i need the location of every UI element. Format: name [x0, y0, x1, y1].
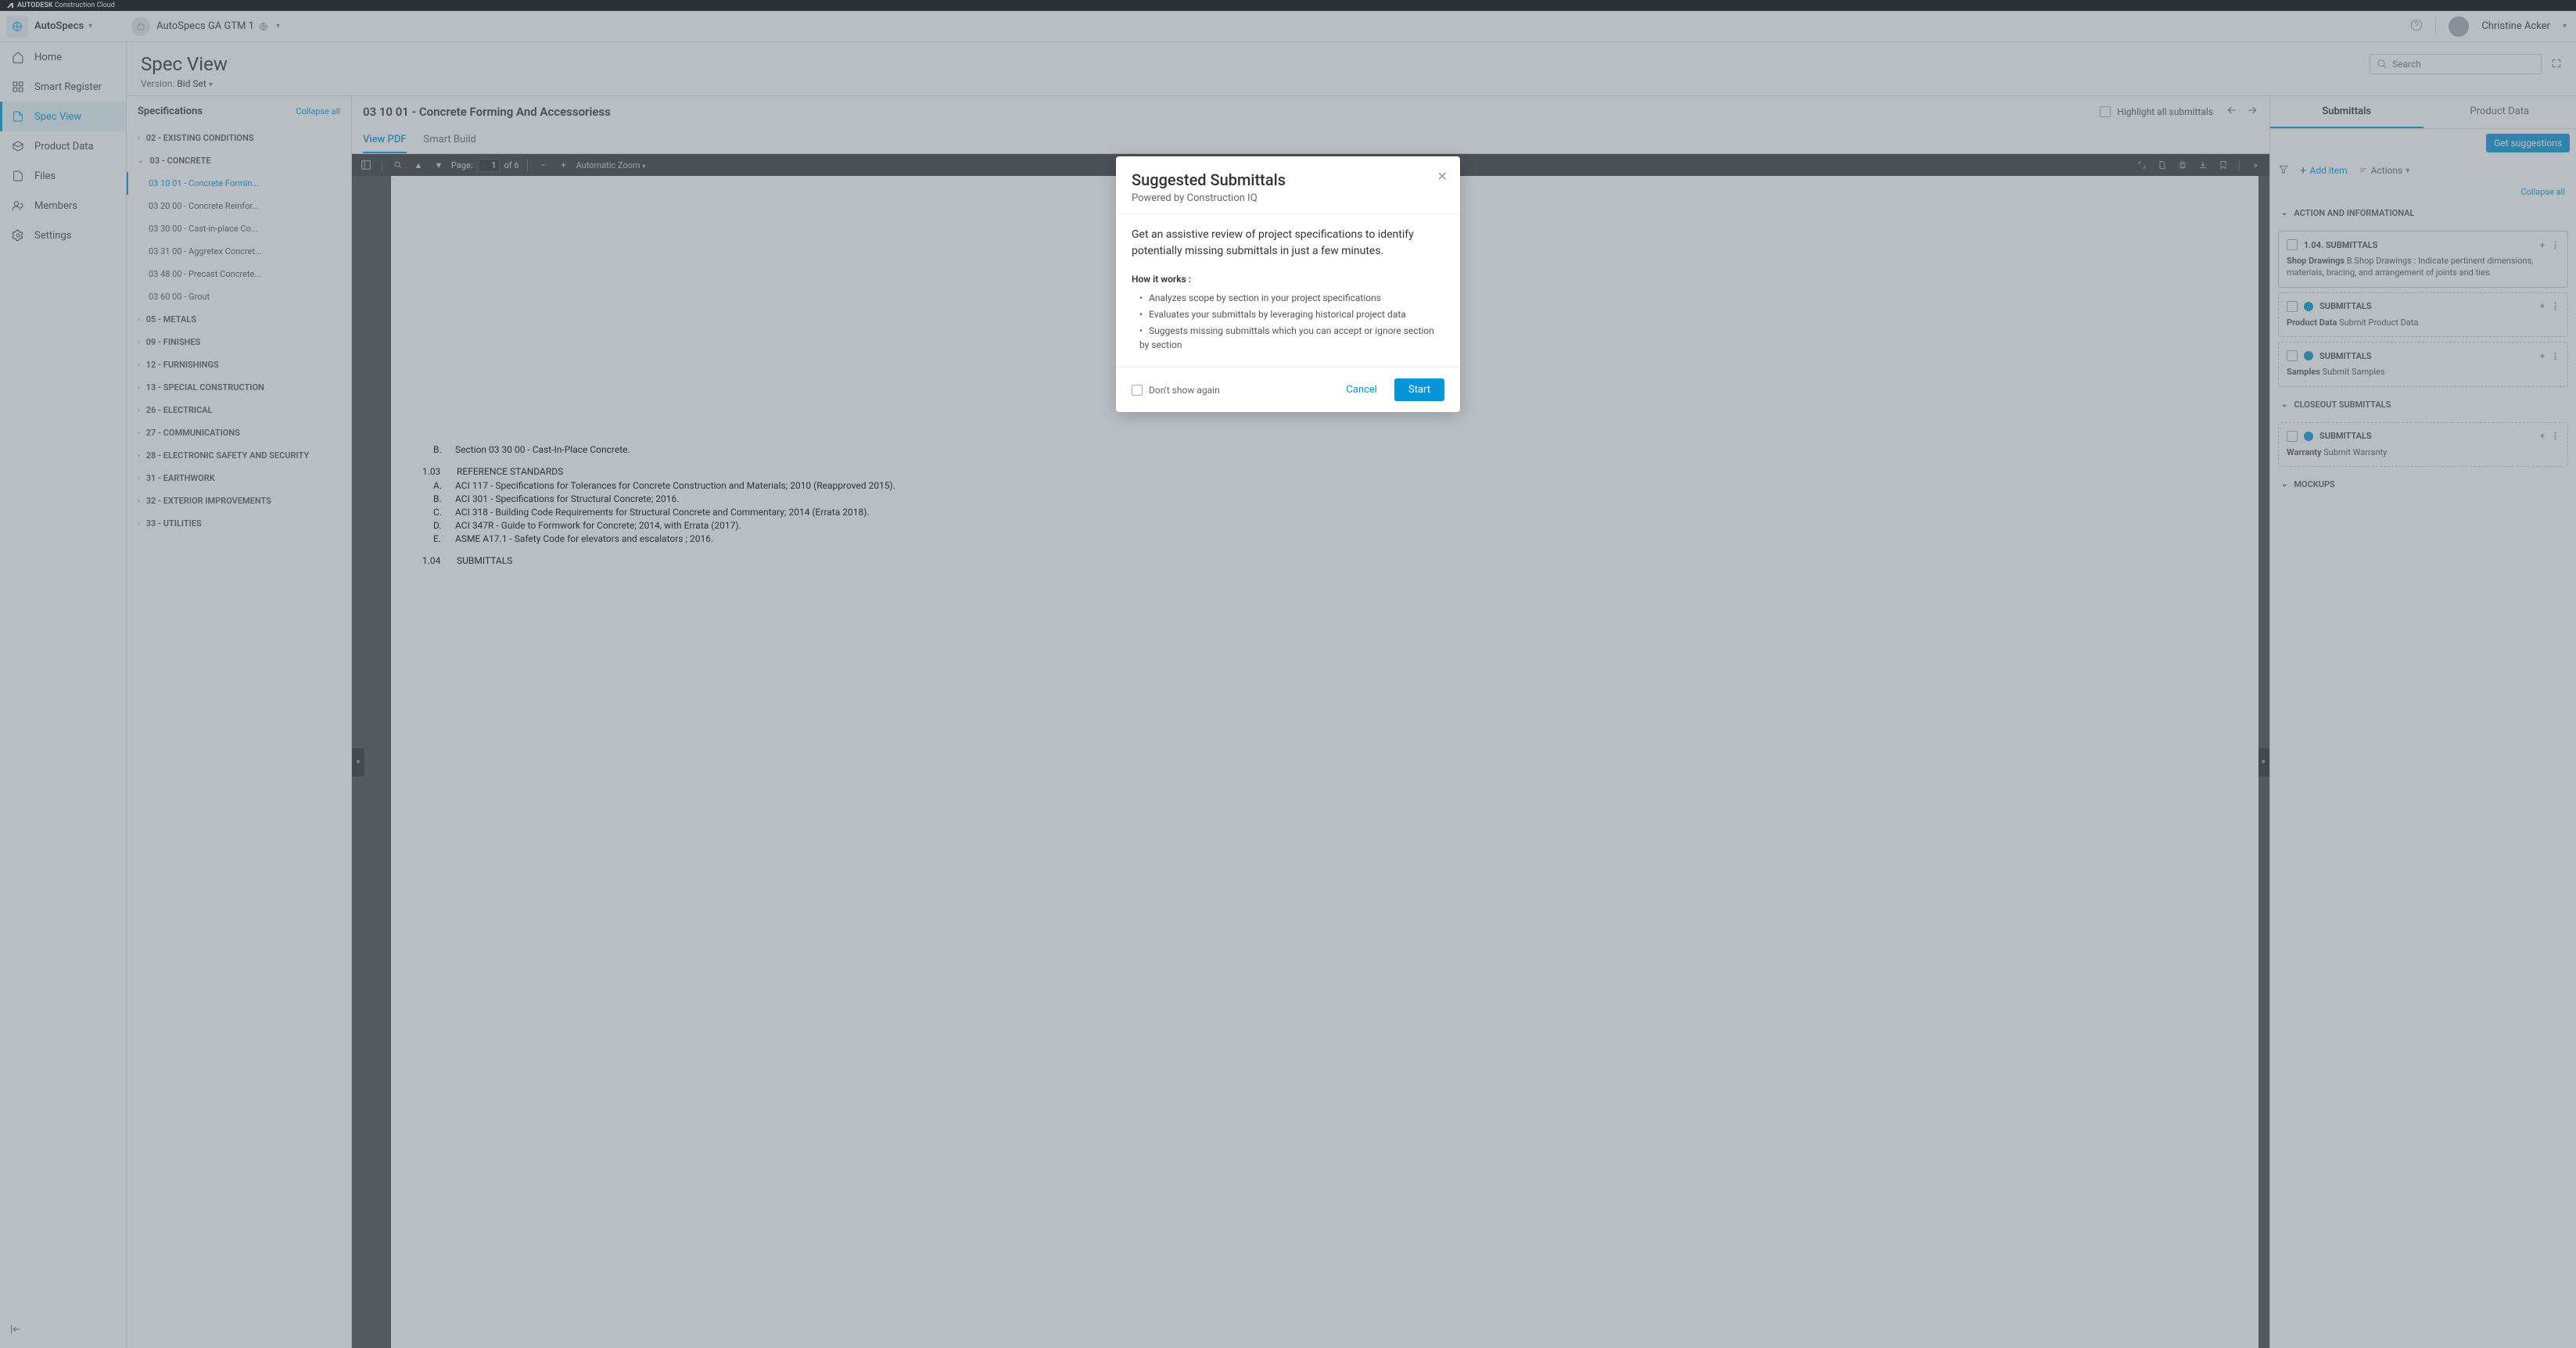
suggested-submittals-modal: Suggested Submittals Powered by Construc… [1116, 156, 1460, 412]
close-icon[interactable]: ✕ [1437, 169, 1448, 184]
dont-show-again-checkbox[interactable]: Don't show again [1132, 385, 1220, 396]
start-button[interactable]: Start [1394, 378, 1444, 401]
how-it-works-label: How it works : [1132, 272, 1444, 286]
cancel-button[interactable]: Cancel [1335, 378, 1388, 401]
modal-subtitle: Powered by Construction IQ [1132, 192, 1444, 204]
checkbox-icon[interactable] [1132, 385, 1143, 396]
modal-bullets: Analyzes scope by section in your projec… [1132, 291, 1444, 352]
modal-lead: Get an assistive review of project speci… [1132, 227, 1444, 260]
modal-title: Suggested Submittals [1132, 170, 1444, 189]
modal-overlay: Suggested Submittals Powered by Construc… [0, 0, 2576, 1348]
dont-show-label: Don't show again [1149, 385, 1220, 396]
